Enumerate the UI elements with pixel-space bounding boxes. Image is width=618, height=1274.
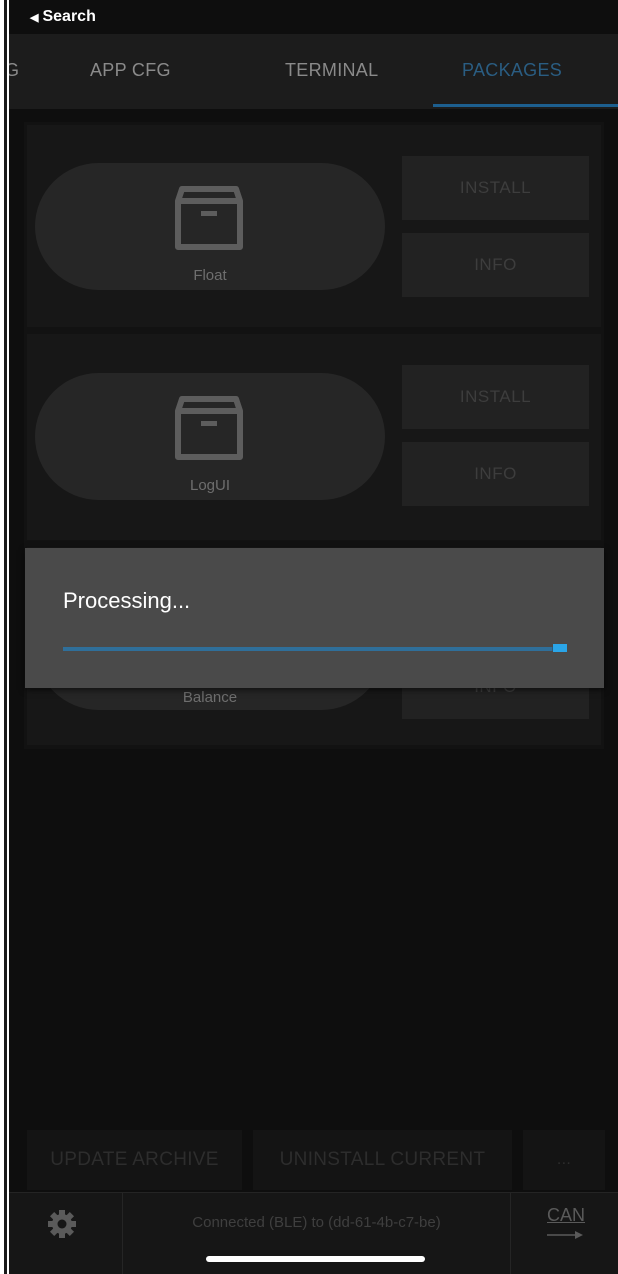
package-select-button[interactable]: Float xyxy=(35,163,385,290)
install-button[interactable]: INSTALL xyxy=(402,156,589,220)
package-box-icon xyxy=(175,396,243,460)
progress-fill xyxy=(63,647,552,651)
update-archive-button[interactable]: UPDATE ARCHIVE xyxy=(27,1130,242,1190)
can-button[interactable]: CAN xyxy=(547,1205,585,1226)
left-edge-border xyxy=(0,0,9,1274)
active-tab-indicator xyxy=(433,104,618,107)
tab-terminal[interactable]: TERMINAL xyxy=(285,60,378,81)
home-indicator[interactable] xyxy=(206,1256,425,1262)
dialog-title: Processing... xyxy=(63,588,191,613)
progress-bar xyxy=(63,647,567,651)
package-select-button[interactable]: LogUI xyxy=(35,373,385,500)
package-card: LogUI INSTALL INFO xyxy=(27,334,601,540)
info-button[interactable]: INFO xyxy=(402,442,589,506)
package-name: Float xyxy=(193,267,227,284)
package-card: Float INSTALL INFO xyxy=(27,125,601,327)
uninstall-current-button[interactable]: UNINSTALL CURRENT xyxy=(253,1130,512,1190)
divider xyxy=(122,1193,123,1274)
gear-icon[interactable] xyxy=(47,1209,77,1239)
progress-indicator xyxy=(553,644,567,652)
tab-app-cfg[interactable]: APP CFG xyxy=(90,60,171,81)
tab-bar: G APP CFG TERMINAL PACKAGES xyxy=(9,34,618,109)
package-name: LogUI xyxy=(189,477,231,494)
tab-partial[interactable]: G xyxy=(9,60,19,81)
package-box-icon xyxy=(175,186,243,250)
info-button[interactable]: INFO xyxy=(402,233,589,297)
app-screen: ◀ Search G APP CFG TERMINAL PACKAGES Flo… xyxy=(9,0,618,1274)
back-search-label: Search xyxy=(42,8,96,25)
package-name: Balance xyxy=(182,689,238,706)
can-arrow-icon xyxy=(547,1231,583,1239)
back-to-search-button[interactable]: ◀ Search xyxy=(30,8,96,26)
tab-packages[interactable]: PACKAGES xyxy=(462,60,562,81)
processing-dialog: Processing... xyxy=(25,548,604,688)
status-bar: ◀ Search xyxy=(9,0,618,34)
connection-status: Connected (BLE) to (dd-61-4b-c7-be) xyxy=(192,1214,441,1231)
install-button[interactable]: INSTALL xyxy=(402,365,589,429)
more-options-button[interactable]: ... xyxy=(523,1130,605,1190)
divider xyxy=(510,1193,511,1274)
back-arrow-icon: ◀ xyxy=(30,11,39,24)
